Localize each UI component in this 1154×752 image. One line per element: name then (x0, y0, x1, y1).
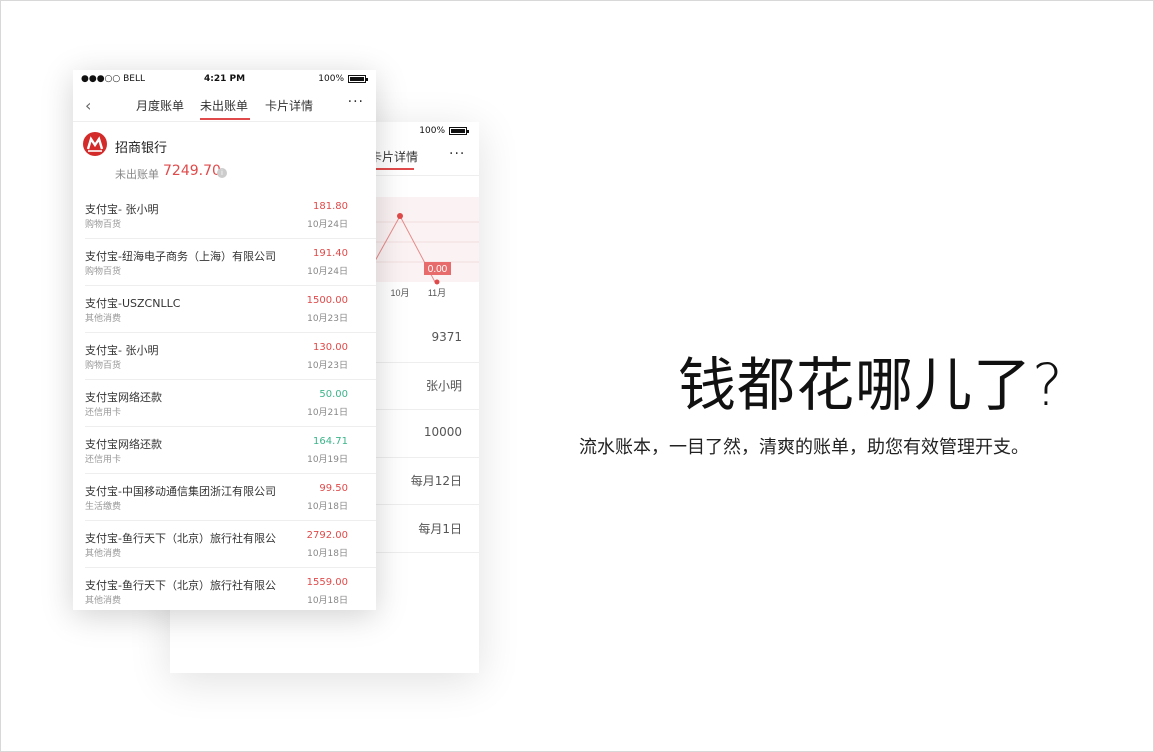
transaction-date: 10月18日 (307, 549, 348, 559)
active-tab-indicator (200, 118, 250, 120)
transaction-row[interactable]: 支付宝- 张小明 购物百货 181.80 10月24日 (85, 192, 376, 239)
transaction-name: 支付宝- 张小明 (85, 344, 159, 357)
bank-logo-icon (83, 132, 107, 156)
transaction-date: 10月19日 (307, 455, 348, 465)
front-phone-screen: ●●●○○ BELL 4:21 PM 100% ‹ 月度账单 未出账单 卡片详情… (73, 70, 376, 610)
bank-name: 招商银行 (115, 141, 168, 156)
transaction-category: 还信用卡 (85, 408, 122, 418)
battery-icon (449, 127, 469, 135)
transaction-name: 支付宝-纽海电子商务（上海）有限公司 (85, 250, 276, 263)
battery-percent: 100% (419, 126, 445, 136)
transaction-date: 10月18日 (307, 596, 348, 606)
detail-value: 每月1日 (418, 522, 462, 536)
subheadline: 流水账本，一目了然，清爽的账单，助您有效管理开支。 (579, 437, 1029, 458)
transaction-amount: 1559.00 (306, 577, 348, 588)
tab-card-details[interactable]: 卡片详情 (370, 148, 418, 165)
tab-monthly-bill[interactable]: 月度账单 (136, 97, 184, 114)
transaction-name: 支付宝-中国移动通信集团浙江有限公司 (85, 485, 276, 498)
transaction-date: 10月24日 (307, 220, 348, 230)
transaction-row[interactable]: 支付宝- 张小明 购物百货 130.00 10月23日 (85, 333, 376, 380)
transaction-name: 支付宝网络还款 (85, 438, 162, 451)
info-icon[interactable]: i (217, 168, 227, 178)
transaction-amount: 181.80 (313, 201, 348, 212)
transaction-amount: 191.40 (313, 248, 348, 259)
detail-row: 每月12日 (370, 458, 479, 505)
transaction-amount: 1500.00 (306, 295, 348, 306)
back-status-bar: 100% (419, 126, 469, 136)
transaction-name: 支付宝-USZCNLLC (85, 297, 181, 310)
back-arrow-icon[interactable]: ‹ (85, 96, 91, 115)
battery-percent: 100% (318, 74, 344, 84)
transaction-category: 购物百货 (85, 361, 122, 371)
x-tick-label: 10月 (390, 288, 409, 298)
more-icon[interactable]: ··· (348, 94, 364, 110)
active-tab-indicator (370, 168, 414, 170)
unbilled-amount: 7249.70 (163, 163, 221, 179)
tab-card-details[interactable]: 卡片详情 (265, 97, 313, 114)
transaction-category: 购物百货 (85, 267, 122, 277)
more-icon[interactable]: ··· (449, 146, 465, 162)
transaction-amount: 99.50 (319, 483, 348, 494)
detail-row: 9371 (370, 316, 479, 363)
transaction-date: 10月23日 (307, 361, 348, 371)
transaction-row[interactable]: 支付宝-纽海电子商务（上海）有限公司 购物百货 191.40 10月24日 (85, 239, 376, 286)
trend-chart: 0.00 10月 11月 (370, 197, 479, 298)
transaction-list: 支付宝- 张小明 购物百货 181.80 10月24日 支付宝-纽海电子商务（上海）有限… (73, 192, 376, 610)
transaction-name: 支付宝-鱼行天下（北京）旅行社有限公 (85, 532, 276, 545)
transaction-row[interactable]: 支付宝-鱼行天下（北京）旅行社有限公 其他消费 1559.00 10月18日 (85, 568, 376, 610)
transaction-amount: 2792.00 (306, 530, 348, 541)
x-tick-label: 11月 (428, 288, 446, 298)
detail-value: 10000 (423, 425, 462, 439)
detail-value: 张小明 (425, 379, 462, 393)
detail-row: 每月1日 (370, 506, 479, 553)
detail-row: 10000 (370, 411, 479, 458)
transaction-row[interactable]: 支付宝-USZCNLLC 其他消费 1500.00 10月23日 (85, 286, 376, 333)
transaction-category: 还信用卡 (85, 455, 122, 465)
detail-row: 张小明 (370, 363, 479, 410)
transaction-row[interactable]: 支付宝-鱼行天下（北京）旅行社有限公 其他消费 2792.00 10月18日 (85, 521, 376, 568)
transaction-row[interactable]: 支付宝-中国移动通信集团浙江有限公司 生活缴费 99.50 10月18日 (85, 474, 376, 521)
transaction-category: 生活缴费 (85, 502, 122, 512)
headline: 钱都花哪儿了? (678, 351, 1064, 419)
transaction-row[interactable]: 支付宝网络还款 还信用卡 50.00 10月21日 (85, 380, 376, 427)
bank-header: 招商银行 未出账单 7249.70 i (73, 122, 376, 192)
status-battery: 100% (318, 74, 368, 84)
battery-icon (348, 75, 368, 83)
transaction-date: 10月23日 (307, 314, 348, 324)
nav-bar: ‹ 月度账单 未出账单 卡片详情 ··· (73, 88, 376, 122)
chart-point (434, 279, 440, 285)
transaction-amount: 50.00 (319, 389, 348, 400)
tab-unbilled[interactable]: 未出账单 (200, 97, 248, 114)
transaction-category: 其他消费 (85, 549, 122, 559)
transaction-date: 10月21日 (307, 408, 348, 418)
transaction-row[interactable]: 支付宝网络还款 还信用卡 164.71 10月19日 (85, 427, 376, 474)
chart-point (397, 213, 403, 219)
detail-value: 每月12日 (410, 474, 462, 488)
transaction-category: 其他消费 (85, 314, 122, 324)
unbilled-label: 未出账单 (115, 168, 159, 181)
transaction-name: 支付宝- 张小明 (85, 203, 159, 216)
detail-value: 9371 (431, 330, 462, 344)
status-bar: ●●●○○ BELL 4:21 PM 100% (73, 70, 376, 88)
transaction-name: 支付宝网络还款 (85, 391, 162, 404)
transaction-amount: 164.71 (313, 436, 348, 447)
transaction-category: 购物百货 (85, 220, 122, 230)
value-badge-label: 0.00 (428, 264, 448, 275)
transaction-date: 10月18日 (307, 502, 348, 512)
transaction-category: 其他消费 (85, 596, 122, 606)
transaction-amount: 130.00 (313, 342, 348, 353)
transaction-date: 10月24日 (307, 267, 348, 277)
transaction-name: 支付宝-鱼行天下（北京）旅行社有限公 (85, 579, 276, 592)
